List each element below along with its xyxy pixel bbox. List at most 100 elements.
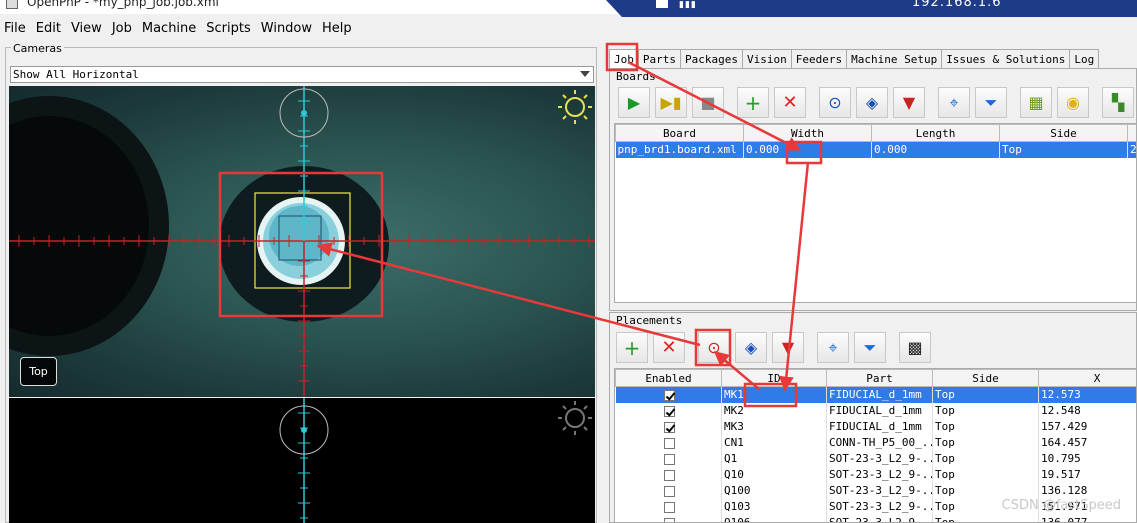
- table-row[interactable]: MK2 FIDUCIAL_d_1mm Top 12.548: [615, 402, 1136, 419]
- col-extra[interactable]: [1127, 124, 1136, 142]
- placement-side[interactable]: Top: [932, 418, 1039, 435]
- position-camera-location-placement-button[interactable]: ⌖: [817, 332, 849, 363]
- enabled-cell[interactable]: [615, 498, 722, 515]
- edit-feeder-button[interactable]: ▩: [899, 332, 931, 363]
- placement-x[interactable]: 136.077: [1038, 514, 1136, 522]
- enabled-checkbox[interactable]: [663, 389, 675, 401]
- enabled-cell[interactable]: [615, 514, 722, 522]
- placement-x[interactable]: 157.429: [1038, 418, 1136, 435]
- fiducial-check-button[interactable]: ◉: [1057, 87, 1089, 118]
- top-camera-view[interactable]: Top: [9, 86, 595, 397]
- position-camera-button[interactable]: ⊙: [819, 87, 851, 118]
- placement-x[interactable]: 12.573: [1038, 386, 1136, 403]
- placement-part[interactable]: SOT-23-3_L2_9-...: [826, 514, 933, 522]
- placement-part[interactable]: SOT-23-3_L2_9-...: [826, 450, 933, 467]
- menu-scripts[interactable]: Scripts: [206, 21, 250, 36]
- position-tool-button[interactable]: ▼: [893, 87, 925, 118]
- placement-x[interactable]: 19.517: [1038, 466, 1136, 483]
- menu-help[interactable]: Help: [322, 21, 352, 36]
- menu-machine[interactable]: Machine: [142, 21, 196, 36]
- tab-packages[interactable]: Packages: [680, 49, 743, 68]
- table-row[interactable]: Q106 SOT-23-3_L2_9-... Top 136.077: [615, 514, 1136, 522]
- placement-x[interactable]: 164.457: [1038, 434, 1136, 451]
- capture-camera-placement-button[interactable]: ◈: [735, 332, 767, 363]
- placement-side[interactable]: Top: [932, 402, 1039, 419]
- add-board-button[interactable]: +: [737, 87, 769, 118]
- col-side[interactable]: Side: [932, 369, 1039, 387]
- step-job-button[interactable]: ▶▮: [655, 87, 687, 118]
- placement-part[interactable]: SOT-23-3_L2_9-...: [826, 482, 933, 499]
- placement-id[interactable]: Q1: [721, 450, 827, 467]
- table-row[interactable]: MK1 FIDUCIAL_d_1mm Top 12.573: [615, 386, 1136, 403]
- board-length[interactable]: 0.000: [871, 141, 1000, 158]
- table-row[interactable]: Q1 SOT-23-3_L2_9-... Top 10.795: [615, 450, 1136, 467]
- col-part[interactable]: Part: [826, 369, 933, 387]
- table-row[interactable]: Q10 SOT-23-3_L2_9-... Top 19.517: [615, 466, 1136, 483]
- placement-part[interactable]: SOT-23-3_L2_9-...: [826, 498, 933, 515]
- position-tool-placement-button[interactable]: ▼: [772, 332, 804, 363]
- tab-machine-setup[interactable]: Machine Setup: [846, 49, 943, 68]
- placement-id[interactable]: MK2: [721, 402, 827, 419]
- chevron-down-icon[interactable]: [580, 71, 590, 77]
- table-row[interactable]: Q100 SOT-23-3_L2_9-... Top 136.128: [615, 482, 1136, 499]
- placement-side[interactable]: Top: [932, 482, 1039, 499]
- enabled-cell[interactable]: [615, 386, 722, 403]
- placement-id[interactable]: Q103: [721, 498, 827, 515]
- col-x[interactable]: X: [1038, 369, 1136, 387]
- board-side[interactable]: Top: [999, 141, 1128, 158]
- enabled-cell[interactable]: [615, 402, 722, 419]
- col-side[interactable]: Side: [999, 124, 1128, 142]
- enabled-cell[interactable]: [615, 418, 722, 435]
- capture-camera-button[interactable]: ◈: [856, 87, 888, 118]
- placement-id[interactable]: Q100: [721, 482, 827, 499]
- tab-issues-solutions[interactable]: Issues & Solutions: [941, 49, 1071, 68]
- placement-part[interactable]: FIDUCIAL_d_1mm: [826, 418, 933, 435]
- placement-id[interactable]: Q10: [721, 466, 827, 483]
- placement-side[interactable]: Top: [932, 466, 1039, 483]
- col-enabled[interactable]: Enabled: [615, 369, 722, 387]
- enabled-checkbox[interactable]: [663, 501, 675, 513]
- tab-vision[interactable]: Vision: [741, 49, 792, 68]
- menu-view[interactable]: View: [71, 21, 102, 36]
- two-point-fiducial-button[interactable]: ▦: [1020, 87, 1052, 118]
- enabled-checkbox[interactable]: [663, 405, 675, 417]
- placement-id[interactable]: MK1: [721, 386, 827, 403]
- stop-job-button[interactable]: ■: [692, 87, 724, 118]
- placement-part[interactable]: FIDUCIAL_d_1mm: [826, 386, 933, 403]
- placement-part[interactable]: FIDUCIAL_d_1mm: [826, 402, 933, 419]
- tab-job[interactable]: Job: [609, 49, 639, 68]
- table-row[interactable]: pnp_brd1.board.xml 0.000 0.000 Top 25: [615, 141, 1136, 158]
- enabled-cell[interactable]: [615, 450, 722, 467]
- placement-side[interactable]: Top: [932, 434, 1039, 451]
- placement-part[interactable]: SOT-23-3_L2_9-...: [826, 466, 933, 483]
- enabled-checkbox[interactable]: [663, 437, 675, 449]
- enabled-cell[interactable]: [615, 466, 722, 483]
- table-row[interactable]: MK3 FIDUCIAL_d_1mm Top 157.429: [615, 418, 1136, 435]
- col-length[interactable]: Length: [871, 124, 1000, 142]
- placement-id[interactable]: CN1: [721, 434, 827, 451]
- board-width[interactable]: 0.000: [743, 141, 872, 158]
- remove-board-button[interactable]: ✕: [774, 87, 806, 118]
- enabled-checkbox[interactable]: [663, 517, 675, 522]
- enabled-checkbox[interactable]: [663, 421, 675, 433]
- remove-placement-button[interactable]: ✕: [653, 332, 685, 363]
- enabled-checkbox[interactable]: [663, 453, 675, 465]
- tab-feeders[interactable]: Feeders: [790, 49, 848, 68]
- placement-x[interactable]: 10.795: [1038, 450, 1136, 467]
- enabled-checkbox[interactable]: [663, 485, 675, 497]
- placement-x[interactable]: 136.128: [1038, 482, 1136, 499]
- menu-edit[interactable]: Edit: [36, 21, 61, 36]
- filter-placement-button[interactable]: ⏷: [854, 332, 886, 363]
- table-row[interactable]: CN1 CONN-TH_P5_00_... Top 164.457: [615, 434, 1136, 451]
- placement-part[interactable]: CONN-TH_P5_00_...: [826, 434, 933, 451]
- bottom-camera-view[interactable]: [9, 398, 595, 523]
- filter-button[interactable]: ⏷: [975, 87, 1007, 118]
- start-job-button[interactable]: ▶: [618, 87, 650, 118]
- camera-layout-select[interactable]: Show All Horizontal: [10, 66, 594, 83]
- menu-window[interactable]: Window: [261, 21, 312, 36]
- enabled-cell[interactable]: [615, 434, 722, 451]
- col-id[interactable]: ID: [721, 369, 827, 387]
- position-camera-placement-button[interactable]: ⊙: [698, 332, 730, 363]
- tab-parts[interactable]: Parts: [637, 49, 681, 68]
- placement-side[interactable]: Top: [932, 514, 1039, 522]
